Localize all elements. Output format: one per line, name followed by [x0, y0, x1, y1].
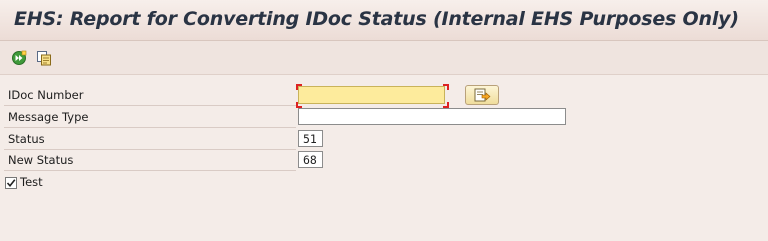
application-toolbar: [0, 41, 768, 75]
message-type-row: Message Type: [4, 108, 296, 128]
page-title: EHS: Report for Converting IDoc Status (…: [14, 8, 739, 30]
multiple-selection-icon: [474, 88, 491, 102]
title-bar: EHS: Report for Converting IDoc Status (…: [0, 0, 768, 41]
get-variant-icon: [37, 51, 51, 66]
new-status-input[interactable]: 68: [298, 151, 323, 168]
idoc-number-row: IDoc Number: [4, 86, 296, 106]
required-marker: [443, 84, 449, 90]
multiple-selection-button[interactable]: [465, 85, 499, 105]
new-status-label: New Status: [8, 153, 74, 167]
message-type-input[interactable]: [298, 108, 566, 125]
new-status-row: New Status: [4, 151, 296, 171]
idoc-number-label: IDoc Number: [8, 88, 84, 102]
message-type-label: Message Type: [8, 110, 89, 124]
status-input[interactable]: 51: [298, 130, 323, 147]
execute-icon: [12, 50, 27, 65]
execute-button[interactable]: [10, 49, 28, 67]
required-marker: [296, 84, 302, 90]
status-row: Status: [4, 130, 296, 150]
test-label: Test: [20, 175, 43, 189]
idoc-number-input[interactable]: [298, 86, 445, 104]
test-checkbox[interactable]: [5, 177, 17, 189]
checkmark-icon: [6, 179, 16, 188]
status-label: Status: [8, 132, 45, 146]
get-variant-button[interactable]: [35, 49, 53, 67]
